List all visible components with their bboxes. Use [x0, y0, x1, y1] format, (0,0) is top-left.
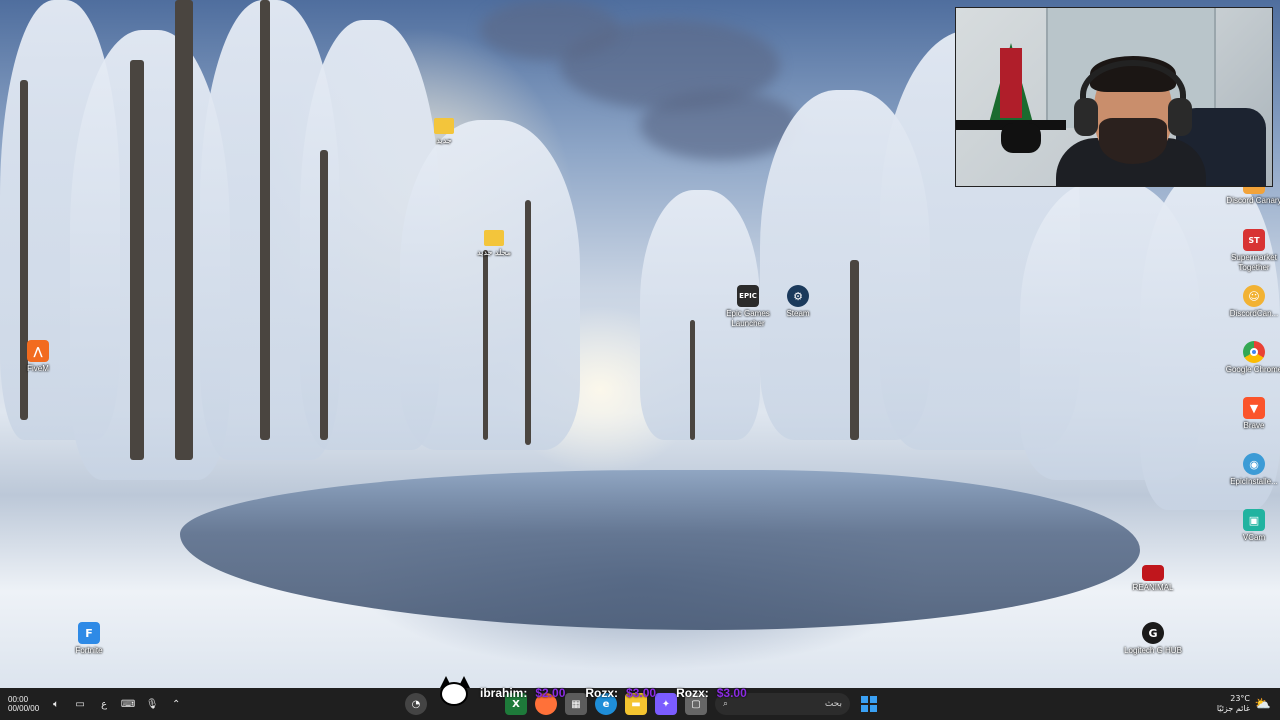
desktop-icon-label: FiveM — [27, 364, 49, 373]
desktop-icon-label: Google Chrome — [1225, 365, 1280, 374]
desktop-icon-label: Steam — [786, 309, 810, 318]
donation-amount: $2.00 — [535, 686, 566, 700]
desktop-icon-label: DiscordCan... — [1229, 309, 1279, 318]
cat-avatar-icon — [436, 676, 472, 710]
headset-earcup-right — [1168, 98, 1192, 136]
chevron-up-icon[interactable]: ⌃ — [169, 697, 183, 711]
weather-description: غائم جزئيًا — [1216, 704, 1250, 713]
flag-stripe — [1000, 48, 1022, 118]
supermarket-icon: ST — [1243, 229, 1265, 251]
brave-icon: ▼ — [1243, 397, 1265, 419]
system-tray: 00:00 00/00/00 🔈︎ ▭ ع ⌨ 🎙︎ ⌃ — [8, 688, 183, 720]
desktop-icon-fivem[interactable]: ⋀ FiveM — [10, 340, 66, 374]
desktop-icon-fortnite[interactable]: F Fortnite — [61, 622, 117, 656]
donation-amount: $3.00 — [716, 686, 747, 700]
desktop-icon-reanimal[interactable]: REANIMAL — [1125, 565, 1181, 593]
fivem-icon: ⋀ — [27, 340, 49, 362]
task-view-icon[interactable]: ◔ — [405, 693, 427, 715]
discord-icon: ☺ — [1243, 285, 1265, 307]
webcam-overlay — [955, 7, 1273, 187]
desktop-icon-steam[interactable]: ⚙ Steam — [770, 285, 826, 319]
desktop-icon-logitech-g-hub[interactable]: G Logitech G HUB — [1124, 622, 1182, 656]
donation-ticker: ibrahim: $2.00 Rozx: $3.00 Rozx: $3.00 — [436, 676, 747, 710]
desktop-icon-label: Supermarket Together — [1231, 253, 1277, 272]
donation-amount: $3.00 — [626, 686, 657, 700]
donor-name: Rozx: — [676, 686, 709, 700]
desktop-icon-label: Fortnite — [75, 646, 103, 655]
desktop-icon-new-folder[interactable]: جديد — [416, 118, 472, 146]
start-button[interactable] — [858, 693, 880, 715]
desktop-icon-label: مجلد جديد — [476, 248, 512, 257]
frozen-lake — [180, 470, 1140, 630]
headset-earcup-left — [1074, 98, 1098, 136]
desktop-icon-label: Logitech G HUB — [1124, 646, 1182, 655]
desktop-icon-new-folder-2[interactable]: مجلد جديد — [466, 230, 522, 258]
desktop-icon-google-chrome[interactable]: Google Chrome — [1226, 341, 1280, 375]
search-placeholder: بحث — [824, 699, 842, 709]
reanimal-icon — [1142, 565, 1164, 581]
desktop-icon-epic-installer[interactable]: ◉ EpicInstalle... — [1226, 453, 1280, 487]
desktop-icon-label: جديد — [436, 136, 452, 145]
clock-date: 00/00/00 — [8, 704, 40, 713]
desktop-icon-vcam[interactable]: ▣ VCam — [1226, 509, 1280, 543]
logitech-icon: G — [1142, 622, 1164, 644]
donor-name: ibrahim: — [480, 686, 528, 700]
keyboard-icon[interactable]: ⌨ — [121, 697, 135, 711]
weather-widget[interactable]: 23°C غائم جزئيًا ⛅ — [1216, 688, 1272, 720]
clock-time: 00:00 — [8, 695, 29, 704]
desktop-icon-label: Brave — [1243, 421, 1265, 430]
desktop-icon-label: VCam — [1242, 533, 1266, 542]
steam-icon: ⚙ — [787, 285, 809, 307]
vcam-icon: ▣ — [1243, 509, 1265, 531]
weather-temperature: 23°C — [1230, 694, 1250, 703]
desktop-icon-label: Discord Canary — [1226, 196, 1280, 205]
folder-icon — [434, 118, 454, 134]
desktop-icon-supermarket-together[interactable]: ST Supermarket Together — [1226, 229, 1280, 273]
windows-logo-icon — [861, 696, 868, 703]
partly-cloudy-icon: ⛅ — [1254, 696, 1272, 712]
installer-icon: ◉ — [1243, 453, 1265, 475]
language-indicator[interactable]: ع — [97, 697, 111, 711]
volume-icon[interactable]: 🔈︎ — [49, 697, 63, 711]
desktop-icon-label: EpicInstalle... — [1230, 477, 1278, 486]
desktop-icon-discord[interactable]: ☺ DiscordCan... — [1226, 285, 1280, 319]
donor-name: Rozx: — [585, 686, 619, 700]
desktop-icon-epic-games[interactable]: EPIC Epic Games Launcher — [720, 285, 776, 329]
fortnite-icon: F — [78, 622, 100, 644]
desktop-icon-brave[interactable]: ▼ Brave — [1226, 397, 1280, 431]
chrome-icon — [1243, 341, 1265, 363]
desktop-icon-label: REANIMAL — [1132, 583, 1174, 592]
microphone-icon[interactable]: 🎙︎ — [145, 697, 159, 711]
folder-icon — [484, 230, 504, 246]
clock[interactable]: 00:00 00/00/00 — [8, 695, 39, 713]
network-icon[interactable]: ▭ — [73, 697, 87, 711]
epic-games-icon: EPIC — [737, 285, 759, 307]
microphone-icon — [1001, 123, 1041, 153]
